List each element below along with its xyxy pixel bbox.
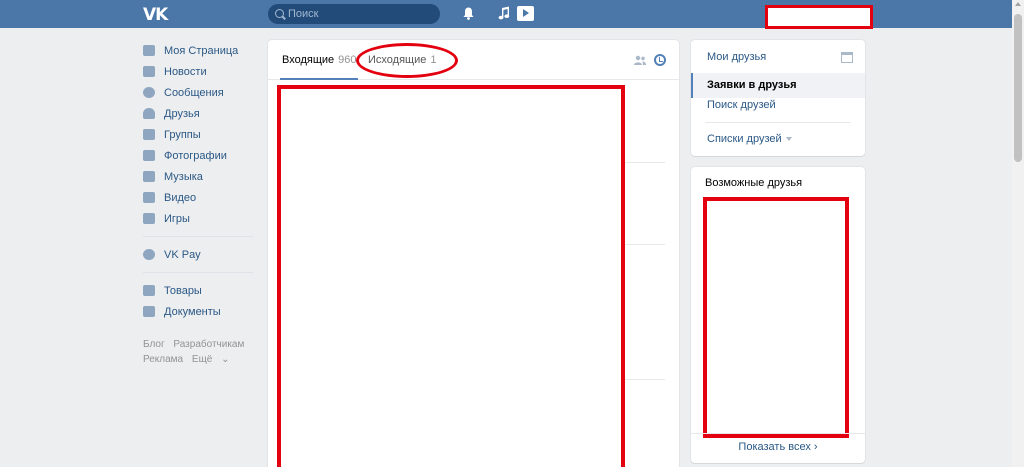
- requests-tabs: Входящие 960 Исходящие 1: [268, 40, 679, 80]
- menu-item-label: Моя Страница: [164, 44, 239, 57]
- menu-item-my-page[interactable]: Моя Страница: [143, 40, 253, 61]
- clock-icon[interactable]: [654, 54, 666, 66]
- redacted-possible-friends: [703, 197, 849, 438]
- bag-icon: [143, 285, 155, 296]
- menu-item-games[interactable]: Игры: [143, 208, 253, 229]
- menu-item-label: Музыка: [164, 170, 203, 183]
- menu-item-vkpay[interactable]: VK Pay: [143, 244, 253, 265]
- vk-logo[interactable]: VK: [143, 5, 171, 25]
- nav-find-friends[interactable]: Поиск друзей: [707, 99, 776, 111]
- friends-filter-icon[interactable]: [634, 55, 646, 65]
- menu-item-label: Товары: [164, 284, 202, 297]
- menu-item-video[interactable]: Видео: [143, 187, 253, 208]
- vkpay-icon: [143, 249, 155, 260]
- nav-label: Списки друзей: [707, 133, 782, 145]
- chevron-down-icon: [785, 137, 792, 142]
- block-divider: [691, 433, 865, 434]
- scroll-thumb[interactable]: [1014, 14, 1022, 162]
- footer-link-ads[interactable]: Реклама: [143, 354, 183, 365]
- redacted-requests-list: [277, 85, 625, 467]
- footer-link-developers[interactable]: Разработчикам: [173, 339, 244, 350]
- top-header: VK Поиск: [0, 0, 1012, 29]
- video-icon: [143, 192, 155, 203]
- menu-item-groups[interactable]: Группы: [143, 124, 253, 145]
- tab-label: Входящие: [282, 54, 335, 66]
- menu-item-label: VK Pay: [164, 248, 201, 261]
- menu-item-goods[interactable]: Товары: [143, 280, 253, 301]
- menu-item-music[interactable]: Музыка: [143, 166, 253, 187]
- friend-icon: [143, 108, 155, 119]
- menu-item-news[interactable]: Новости: [143, 61, 253, 82]
- music-note-icon[interactable]: [498, 6, 510, 20]
- left-menu: Моя Страница Новости Сообщения Друзья Гр…: [143, 40, 253, 367]
- active-tab-underline: [280, 78, 358, 80]
- friends-nav: Мои друзья Заявки в друзья Поиск друзей …: [691, 40, 865, 156]
- tab-incoming[interactable]: Входящие 960: [282, 54, 357, 66]
- nav-friend-lists[interactable]: Списки друзей: [707, 133, 792, 145]
- menu-divider: [143, 236, 253, 237]
- bell-icon[interactable]: [463, 7, 474, 20]
- search-input[interactable]: Поиск: [268, 4, 440, 24]
- menu-item-label: Группы: [164, 128, 201, 141]
- calendar-icon[interactable]: [841, 52, 853, 63]
- possible-friends-title: Возможные друзья: [705, 177, 803, 189]
- menu-item-friends[interactable]: Друзья: [143, 103, 253, 124]
- annotation-ellipse: [356, 43, 458, 78]
- nav-divider: [705, 122, 851, 123]
- search-icon: [275, 9, 284, 18]
- footer-links: Блог Разработчикам Реклама Ещё ⌄: [143, 337, 253, 367]
- home-icon: [143, 45, 155, 56]
- page-scrollbar[interactable]: [1012, 0, 1024, 467]
- menu-divider: [143, 272, 253, 273]
- nav-label: Заявки в друзья: [707, 79, 797, 91]
- messages-icon: [143, 87, 155, 98]
- play-icon[interactable]: [517, 6, 534, 21]
- search-placeholder: Поиск: [288, 8, 319, 20]
- news-icon: [143, 66, 155, 77]
- menu-item-label: Сообщения: [164, 86, 224, 99]
- footer-link-blog[interactable]: Блог: [143, 339, 165, 350]
- menu-item-label: Игры: [164, 212, 190, 225]
- gamepad-icon: [143, 213, 155, 224]
- footer-link-more[interactable]: Ещё ⌄: [192, 354, 230, 365]
- possible-friends-block: Возможные друзья Показать всех ›: [691, 167, 865, 463]
- document-icon: [143, 306, 155, 317]
- menu-item-documents[interactable]: Документы: [143, 301, 253, 322]
- menu-item-label: Видео: [164, 191, 197, 204]
- groups-icon: [143, 129, 155, 140]
- scroll-up-arrow-icon[interactable]: [1015, 2, 1021, 6]
- menu-item-photos[interactable]: Фотографии: [143, 145, 253, 166]
- menu-item-label: Документы: [164, 305, 221, 318]
- menu-item-label: Фотографии: [164, 149, 227, 162]
- menu-item-label: Друзья: [164, 107, 200, 120]
- show-all-link[interactable]: Показать всех ›: [691, 441, 865, 453]
- music-icon: [143, 171, 155, 182]
- nav-friend-requests[interactable]: Заявки в друзья: [691, 73, 865, 98]
- nav-my-friends[interactable]: Мои друзья: [707, 51, 766, 63]
- camera-icon: [143, 150, 155, 161]
- user-profile-menu[interactable]: [765, 5, 873, 29]
- menu-item-label: Новости: [164, 65, 207, 78]
- menu-item-messages[interactable]: Сообщения: [143, 82, 253, 103]
- tab-count: 960: [338, 54, 357, 66]
